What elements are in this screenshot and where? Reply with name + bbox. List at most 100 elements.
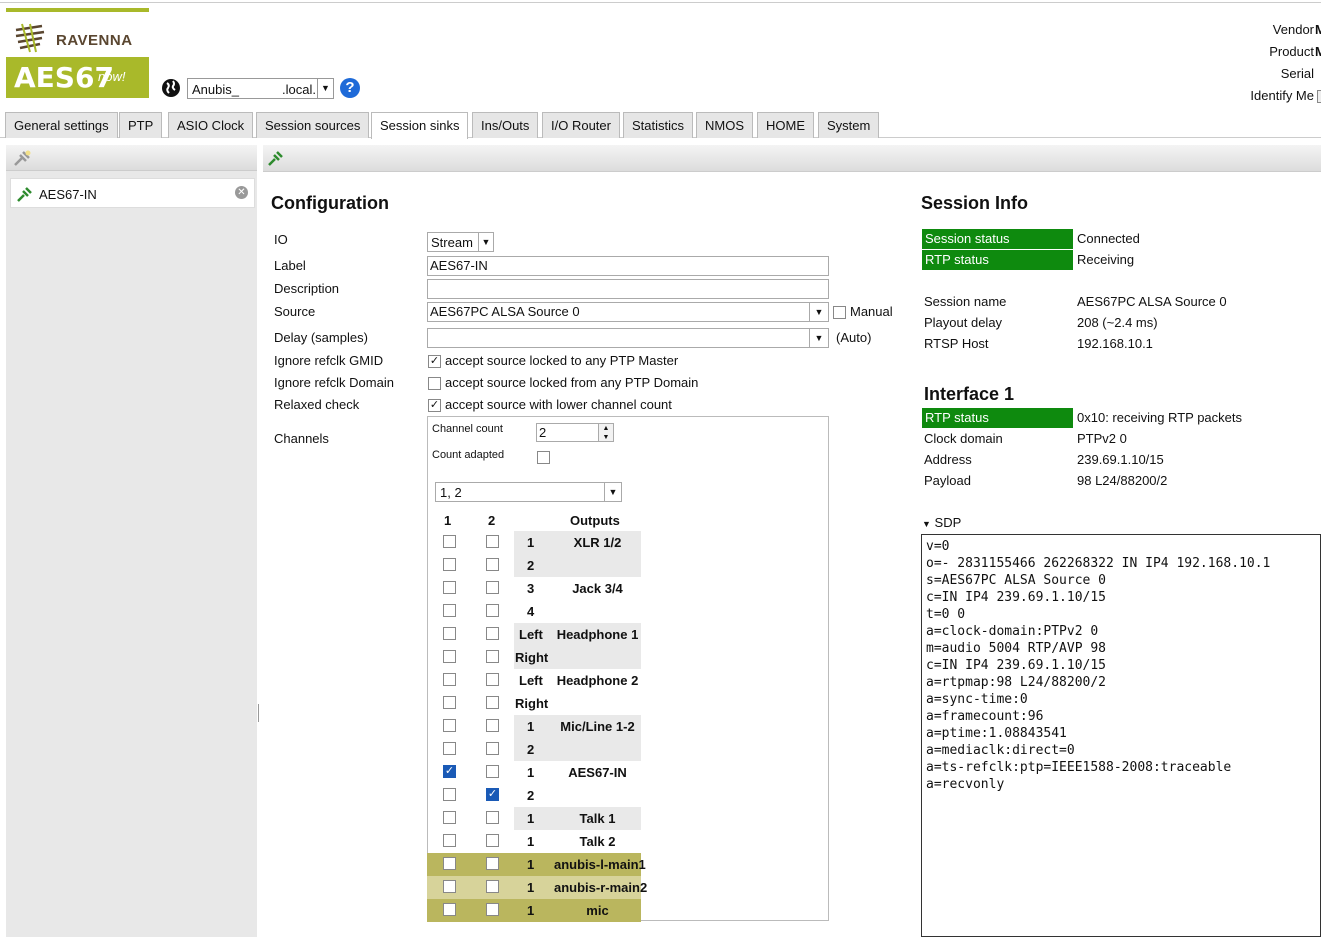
identify-label: Identify Me [1250, 88, 1314, 103]
route-checkbox-2[interactable] [486, 673, 499, 686]
route-checkbox-1[interactable] [443, 880, 456, 893]
route-checkbox-2[interactable] [486, 903, 499, 916]
delay-select[interactable]: ▼ [427, 328, 829, 348]
route-checkbox-1[interactable] [443, 811, 456, 824]
sink-list-toolbar [6, 145, 257, 171]
table-row: 1 Talk 2 [427, 830, 641, 853]
add-sink-icon[interactable] [12, 149, 32, 167]
help-icon[interactable]: ? [340, 78, 360, 98]
sink-plug-icon [268, 151, 283, 166]
route-checkbox-1[interactable] [443, 788, 456, 801]
channel-count-input[interactable]: 2 [536, 423, 599, 442]
route-checkbox-2[interactable] [486, 834, 499, 847]
route-checkbox-1[interactable] [443, 834, 456, 847]
route-checkbox-1[interactable] [443, 673, 456, 686]
route-checkbox-2[interactable] [486, 857, 499, 870]
channel-label: 1 [527, 903, 535, 918]
tab-session-sources[interactable]: Session sources [256, 112, 370, 138]
count-adapted-checkbox[interactable] [537, 451, 550, 464]
close-icon[interactable]: ✕ [235, 186, 248, 199]
grid-cell [554, 646, 641, 669]
route-checkbox-1[interactable] [443, 558, 456, 571]
sdp-textarea[interactable]: v=0 o=- 2831155466 262268322 IN IP4 192.… [921, 534, 1321, 937]
route-checkbox-2[interactable] [486, 604, 499, 617]
route-checkbox-2[interactable] [486, 719, 499, 732]
globe-icon[interactable] [161, 78, 181, 98]
description-input[interactable] [427, 279, 829, 299]
tab-ptp[interactable]: PTP [119, 112, 163, 138]
route-checkbox-2[interactable] [486, 742, 499, 755]
status-badge: Session status [922, 229, 1073, 249]
source-select[interactable]: AES67PC ALSA Source 0 ▼ [427, 302, 829, 322]
chevron-down-icon[interactable]: ▼ [478, 233, 493, 251]
io-select[interactable]: Stream ▼ [427, 232, 494, 252]
route-checkbox-1[interactable] [443, 650, 456, 663]
configuration-title: Configuration [271, 193, 389, 213]
route-checkbox-1[interactable] [443, 627, 456, 640]
route-checkbox-1[interactable] [443, 719, 456, 732]
route-checkbox-2[interactable] [486, 811, 499, 824]
grid-cell [554, 784, 641, 807]
chevron-down-icon[interactable]: ▼ [809, 303, 828, 321]
manual-checkbox[interactable] [833, 306, 846, 319]
io-select-value: Stream [431, 235, 473, 250]
route-checkbox-2[interactable] [486, 627, 499, 640]
route-checkbox-1[interactable] [443, 903, 456, 916]
sdp-toggle[interactable]: ▼ SDP [922, 515, 961, 530]
route-checkbox-1[interactable] [443, 857, 456, 870]
tab-home[interactable]: HOME [757, 112, 814, 138]
tab-io-router[interactable]: I/O Router [542, 112, 620, 138]
output-label: mic [586, 903, 609, 918]
logo-tag-text: now! [98, 69, 126, 84]
route-checkbox-2[interactable] [486, 650, 499, 663]
route-checkbox-2[interactable] [486, 581, 499, 594]
channel-label: Left [519, 673, 543, 688]
host-select[interactable]: Anubis_ .local. ▼ [187, 78, 334, 99]
route-checkbox-1[interactable] [443, 742, 456, 755]
route-checkbox-1[interactable] [443, 696, 456, 709]
route-checkbox-2[interactable] [486, 535, 499, 548]
tab-general-settings[interactable]: General settings [5, 112, 118, 138]
route-checkbox-1[interactable] [443, 604, 456, 617]
panel-splitter[interactable] [258, 704, 260, 722]
domain-checkbox[interactable] [428, 377, 441, 390]
chevron-down-icon[interactable]: ▼ [809, 329, 828, 347]
product-label: Product [1269, 44, 1314, 59]
rtp-status-value: Receiving [1077, 252, 1135, 267]
tab-nmos[interactable]: NMOS [696, 112, 753, 138]
route-checkbox-2[interactable] [486, 558, 499, 571]
output-label: Talk 1 [579, 811, 616, 826]
channel-label: 1 [527, 857, 535, 872]
tab-session-sinks[interactable]: Session sinks [371, 112, 469, 139]
table-row: Right [427, 692, 641, 715]
sidebar-item-aes67-in[interactable]: AES67-IN ✕ [10, 178, 255, 208]
chevron-down-icon[interactable]: ▼ [317, 79, 333, 98]
tab-system[interactable]: System [818, 112, 880, 138]
route-checkbox-2[interactable] [486, 696, 499, 709]
channel-label: 1 [527, 765, 535, 780]
route-checkbox-2[interactable] [486, 880, 499, 893]
output-label: anubis-r-main2 [554, 880, 648, 895]
label-input[interactable]: AES67-IN [427, 256, 829, 276]
table-row: 1 anubis-r-main2 [427, 876, 648, 899]
sink-detail-toolbar [263, 145, 1321, 172]
gmid-checkbox[interactable]: ✓ [428, 355, 441, 368]
tab-statistics[interactable]: Statistics [623, 112, 694, 138]
route-checkbox-1[interactable] [443, 581, 456, 594]
route-checkbox-2[interactable] [486, 765, 499, 778]
chevron-down-icon[interactable]: ▼ [604, 483, 621, 501]
relaxed-checkbox[interactable]: ✓ [428, 399, 441, 412]
channel-map-select[interactable]: 1, 2 ▼ [435, 482, 622, 502]
session-info-title: Session Info [921, 193, 1029, 213]
description-label: Description [274, 281, 340, 296]
identify-button[interactable] [1317, 90, 1321, 103]
route-checkbox-2[interactable]: ✓ [486, 788, 499, 801]
channel-label: Left [519, 627, 543, 642]
table-row: 1 mic [427, 899, 641, 922]
address-label: Address [924, 452, 972, 467]
channel-count-stepper[interactable]: ▲ ▼ [598, 423, 614, 442]
tab-ins-outs[interactable]: Ins/Outs [472, 112, 539, 138]
route-checkbox-1[interactable]: ✓ [443, 765, 456, 778]
route-checkbox-1[interactable] [443, 535, 456, 548]
tab-asio-clock[interactable]: ASIO Clock [168, 112, 254, 138]
